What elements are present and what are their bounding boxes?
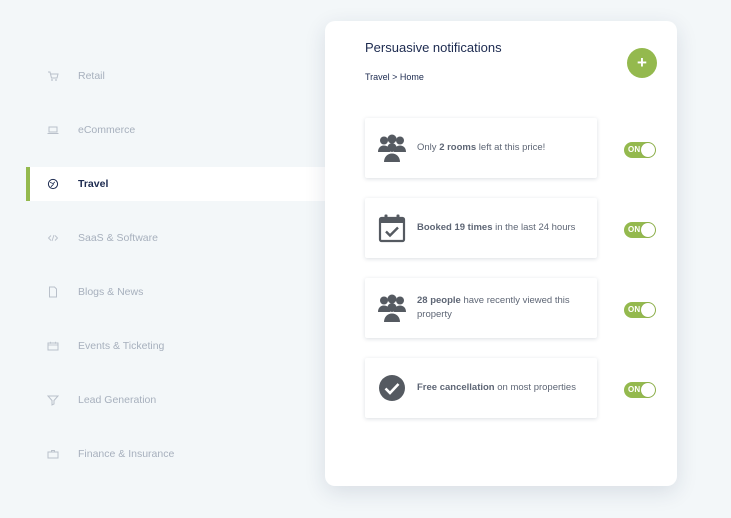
sidebar-item-retail[interactable]: Retail <box>26 59 325 93</box>
add-notification-button[interactable]: + <box>627 48 657 78</box>
calendar-check-icon <box>377 212 407 244</box>
sidebar-item-label: Events & Ticketing <box>78 340 165 352</box>
people-group-icon <box>377 292 407 324</box>
document-icon <box>46 285 60 299</box>
sidebar-item-ecommerce[interactable]: eCommerce <box>26 113 325 147</box>
laptop-icon <box>46 123 60 137</box>
notification-text: Only 2 rooms left at this price! <box>417 142 546 153</box>
toggle-knob <box>641 143 655 157</box>
sidebar-item-label: Retail <box>78 70 105 82</box>
active-indicator <box>26 167 30 201</box>
notification-toggle[interactable]: ON <box>624 222 656 238</box>
sidebar-item-lead-generation[interactable]: Lead Generation <box>26 383 325 417</box>
funnel-icon <box>46 393 60 407</box>
sidebar-item-label: SaaS & Software <box>78 232 158 244</box>
notification-text: Booked 19 times in the last 24 hours <box>417 222 576 233</box>
notification-toggle[interactable]: ON <box>624 382 656 398</box>
sidebar-item-saas[interactable]: SaaS & Software <box>26 221 325 255</box>
notification-item[interactable]: Only 2 rooms left at this price! <box>365 118 597 178</box>
page-title: Persuasive notifications <box>365 40 502 55</box>
toggle-knob <box>641 303 655 317</box>
breadcrumb: Travel > Home <box>365 72 424 82</box>
notification-item[interactable]: Booked 19 times in the last 24 hours <box>365 198 597 258</box>
sidebar-item-label: Finance & Insurance <box>78 448 175 460</box>
toggle-knob <box>641 223 655 237</box>
ticket-icon <box>46 339 60 353</box>
notification-toggle[interactable]: ON <box>624 302 656 318</box>
sidebar-item-label: Blogs & News <box>78 286 144 298</box>
sidebar-item-label: eCommerce <box>78 124 136 136</box>
code-icon <box>46 231 60 245</box>
check-circle-icon <box>377 372 407 404</box>
sidebar-item-label: Lead Generation <box>78 394 157 406</box>
people-group-icon <box>377 132 407 164</box>
sidebar-item-blogs[interactable]: Blogs & News <box>26 275 325 309</box>
notification-item[interactable]: 28 people have recently viewed this prop… <box>365 278 597 338</box>
sidebar: Retail eCommerce Travel SaaS & Software … <box>0 0 325 518</box>
sidebar-item-events[interactable]: Events & Ticketing <box>26 329 325 363</box>
toggle-knob <box>641 383 655 397</box>
notification-text: 28 people have recently viewed this prop… <box>417 295 570 320</box>
sidebar-item-finance[interactable]: Finance & Insurance <box>26 437 325 471</box>
notification-item[interactable]: Free cancellation on most properties <box>365 358 597 418</box>
sidebar-item-label: Travel <box>78 178 109 190</box>
notifications-card: Persuasive notifications Travel > Home +… <box>325 21 677 486</box>
sidebar-item-travel[interactable]: Travel <box>26 167 325 201</box>
notification-toggle[interactable]: ON <box>624 142 656 158</box>
globe-icon <box>46 177 60 191</box>
briefcase-icon <box>46 447 60 461</box>
cart-icon <box>46 69 60 83</box>
notification-text: Free cancellation on most properties <box>417 382 576 393</box>
